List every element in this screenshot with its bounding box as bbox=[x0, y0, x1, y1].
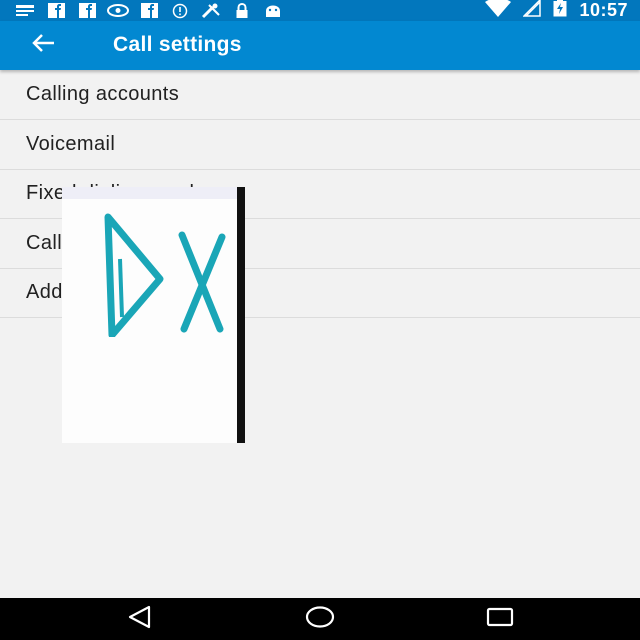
nav-recents-button[interactable] bbox=[470, 604, 530, 634]
android-icon bbox=[262, 3, 284, 18]
home-circle-icon bbox=[305, 605, 335, 634]
overlay-popup[interactable] bbox=[62, 187, 245, 443]
eye-icon bbox=[107, 3, 129, 18]
tools-icon bbox=[200, 3, 222, 18]
lock-icon bbox=[231, 2, 253, 18]
signal-icon bbox=[522, 0, 542, 22]
status-right: 10:57 bbox=[485, 0, 628, 21]
status-bar: 10:57 bbox=[0, 0, 640, 21]
overlay-header bbox=[62, 187, 237, 199]
page-title: Call settings bbox=[113, 33, 242, 56]
list-item-label: Calling accounts bbox=[26, 83, 180, 105]
battery-charging-icon bbox=[553, 0, 567, 22]
notification-icons bbox=[14, 2, 284, 19]
recents-square-icon bbox=[486, 606, 514, 633]
back-arrow-icon bbox=[32, 33, 56, 58]
facebook-icon bbox=[138, 3, 160, 18]
list-item-voicemail[interactable]: Voicemail bbox=[0, 120, 640, 170]
nav-back-button[interactable] bbox=[110, 604, 170, 634]
wifi-icon bbox=[485, 0, 512, 22]
play-close-icon[interactable] bbox=[100, 207, 230, 342]
info-icon bbox=[169, 3, 191, 18]
clock: 10:57 bbox=[579, 0, 628, 20]
toolbar: Call settings bbox=[0, 21, 640, 70]
nav-bar bbox=[0, 598, 640, 640]
notification-icon bbox=[14, 3, 36, 18]
back-button[interactable] bbox=[22, 27, 66, 63]
back-triangle-icon bbox=[127, 605, 153, 634]
facebook-icon bbox=[76, 3, 98, 18]
list-item-calling-accounts[interactable]: Calling accounts bbox=[0, 70, 640, 120]
facebook-icon bbox=[45, 3, 67, 18]
nav-home-button[interactable] bbox=[290, 604, 350, 634]
list-item-label: Voicemail bbox=[26, 132, 116, 155]
